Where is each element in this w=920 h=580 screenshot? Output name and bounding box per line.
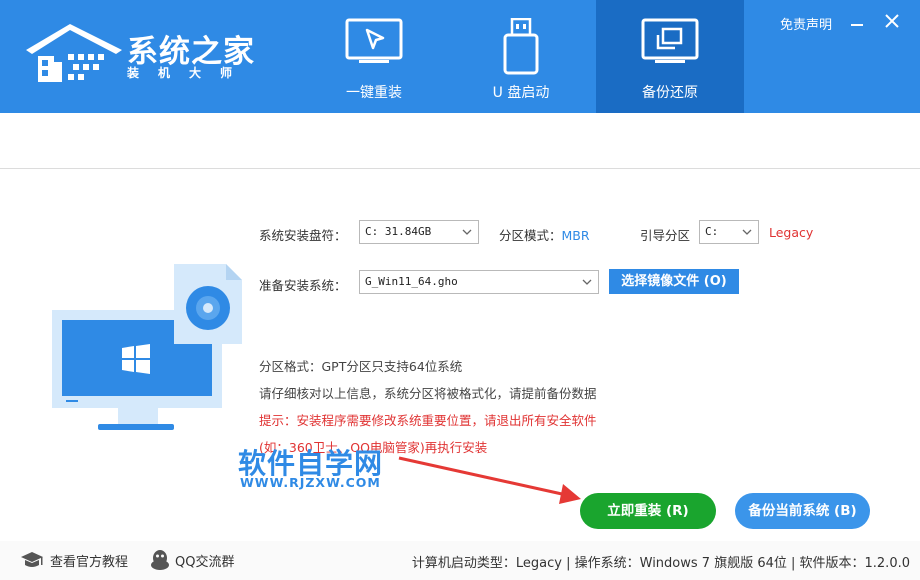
select-image-file-button[interactable]: 选择镜像文件 (O): [609, 269, 739, 294]
system-status-text: 计算机启动类型：Legacy | 操作系统：Windows 7 旗舰版 64位 …: [411, 556, 910, 571]
close-icon[interactable]: [883, 12, 901, 30]
disclaimer-link[interactable]: 免责声明: [780, 14, 832, 33]
boot-partition-select[interactable]: C:: [699, 220, 759, 244]
header-bar: 系统之家 装机大师 一键重装 U 盘启动 备份还原 免责声明: [0, 0, 920, 113]
chevron-down-icon: [582, 279, 592, 285]
install-drive-select[interactable]: C: 31.84GB: [359, 220, 479, 244]
qq-group-link[interactable]: QQ交流群: [175, 551, 234, 570]
red-arrow-icon: [398, 456, 581, 504]
boot-partition-value: C:: [705, 225, 719, 238]
footer-bar: 查看官方教程 QQ交流群 计算机启动类型：Legacy | 操作系统：Windo…: [0, 541, 920, 580]
minimize-icon[interactable]: [848, 12, 866, 30]
tab-usb-boot[interactable]: U 盘启动: [447, 0, 595, 113]
reinstall-now-button[interactable]: 立即重装 (R): [580, 493, 716, 529]
partition-mode-text: 分区模式：MBR: [499, 225, 590, 244]
cursor-monitor-icon: [345, 18, 403, 63]
windows-monitor-illustration: [52, 264, 242, 430]
security-tip-line1: 提示：安装程序需要修改系统重要位置，请退出所有安全软件: [259, 413, 597, 428]
house-logo-icon: [26, 24, 122, 82]
copy-restore-icon: [641, 18, 699, 63]
qq-penguin-icon: [151, 550, 169, 570]
official-tutorial-link[interactable]: 查看官方教程: [50, 551, 128, 570]
system-image-select[interactable]: G_Win11_64.gho: [359, 270, 599, 294]
partition-mode-value: MBR: [561, 228, 590, 243]
partition-mode-label: 分区模式：: [499, 228, 562, 243]
content-divider: [0, 168, 920, 169]
tab-one-click-reinstall[interactable]: 一键重装: [300, 0, 448, 113]
system-image-value: G_Win11_64.gho: [365, 275, 458, 288]
boot-type-text: Legacy: [769, 225, 814, 240]
watermark-url: WWW.RJZXW.COM: [240, 475, 381, 490]
graduation-cap-icon: [21, 552, 43, 567]
tab-label: 一键重装: [346, 85, 402, 101]
install-drive-label: 系统安装盘符：: [259, 228, 347, 243]
boot-partition-label: 引导分区: [640, 228, 691, 243]
tab-label: U 盘启动: [492, 85, 550, 101]
partition-format-note: 分区格式：GPT分区只支持64位系统: [259, 359, 463, 374]
prepare-system-label: 准备安装系统：: [259, 278, 347, 293]
check-info-note: 请仔细核对以上信息，系统分区将被格式化，请提前备份数据: [259, 386, 597, 401]
usb-drive-icon: [503, 18, 539, 75]
backup-current-system-button[interactable]: 备份当前系统 (B): [735, 493, 870, 529]
chevron-down-icon: [462, 229, 472, 235]
tab-label: 备份还原: [642, 85, 698, 101]
chevron-down-icon: [742, 229, 752, 235]
brand-subtitle: 装机大师: [127, 66, 252, 80]
tab-backup-restore[interactable]: 备份还原: [596, 0, 744, 113]
install-drive-value: C: 31.84GB: [365, 225, 432, 238]
